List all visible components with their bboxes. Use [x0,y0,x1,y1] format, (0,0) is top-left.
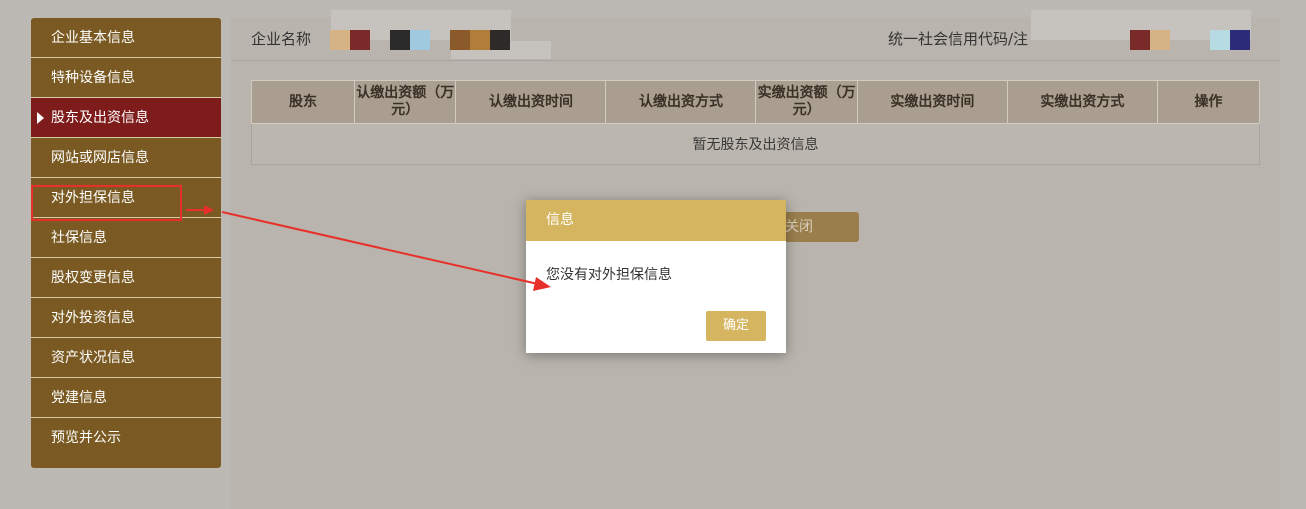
annotation-arrow-icon [186,205,551,291]
